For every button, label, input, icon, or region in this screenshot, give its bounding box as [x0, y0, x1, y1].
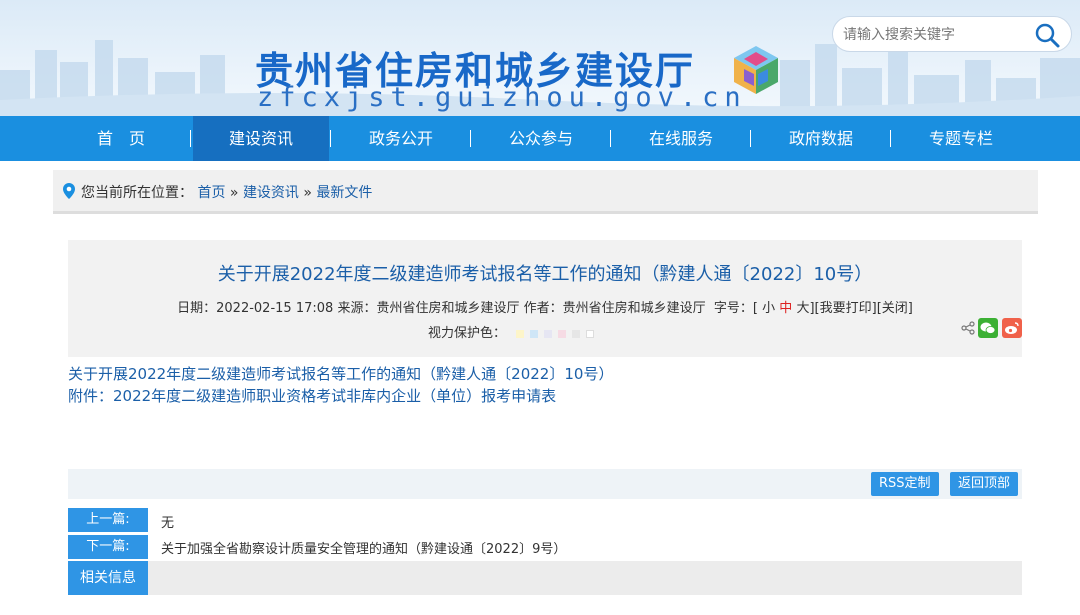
search-icon[interactable]	[1033, 21, 1061, 49]
eye-protection-swatch-2[interactable]	[530, 329, 539, 338]
breadcrumb-text: 您当前所在位置： 首页 » 建设资讯 » 最新文件	[81, 182, 372, 202]
date-label: 日期：	[177, 301, 217, 316]
print-link[interactable]: [我要打印]	[815, 301, 877, 316]
author-label: 作者：	[523, 301, 563, 316]
nav-item-government-data[interactable]: 政府数据	[753, 116, 889, 161]
font-size-label: 字号：	[713, 301, 753, 316]
next-article-link[interactable]: 关于加强全省勘察设计质量安全管理的通知（黔建设通〔2022〕9号）	[161, 538, 566, 557]
close-link[interactable]: [关闭]	[877, 301, 913, 316]
weibo-share-icon[interactable]	[1002, 318, 1022, 338]
site-header: 贵州省住房和城乡建设厅 zfcxjst.guizhou.gov.cn	[0, 0, 1080, 116]
article-body-link-notice[interactable]: 关于开展2022年度二级建造师考试报名等工作的通知（黔建人通〔2022〕10号）	[68, 363, 613, 384]
prev-article-label: 上一篇:	[68, 508, 148, 532]
eye-protection-swatch-3[interactable]	[544, 329, 553, 338]
article-action-bar: RSS定制 返回顶部	[68, 469, 1022, 499]
article-attachment-link[interactable]: 附件：2022年度二级建造师职业资格考试非库内企业（单位）报考申请表	[68, 385, 556, 406]
article-header: 关于开展2022年度二级建造师考试报名等工作的通知（黔建人通〔2022〕10号）…	[68, 240, 1022, 357]
nav-separator	[610, 130, 611, 147]
back-to-top-button[interactable]: 返回顶部	[950, 472, 1019, 496]
article-source: 贵州省住房和城乡建设厅	[376, 301, 520, 316]
nav-item-online-services[interactable]: 在线服务	[613, 116, 749, 161]
nav-item-government-affairs[interactable]: 政务公开	[333, 116, 469, 161]
site-domain: zfcxjst.guizhou.gov.cn	[257, 82, 747, 113]
breadcrumb: 您当前所在位置： 首页 » 建设资讯 » 最新文件	[53, 170, 1038, 214]
search-input[interactable]	[843, 25, 1028, 45]
eye-protection-swatch-6[interactable]	[586, 329, 595, 338]
font-size-small-button[interactable]: 小	[762, 301, 775, 316]
rss-subscribe-button[interactable]: RSS定制	[871, 472, 939, 496]
breadcrumb-section-link[interactable]: 建设资讯	[243, 185, 299, 201]
main-nav: 首 页 建设资讯 政务公开 公众参与 在线服务 政府数据 专题专栏	[0, 116, 1080, 161]
related-info-bar: 相关信息	[68, 561, 1022, 595]
source-label: 来源：	[337, 301, 377, 316]
nav-item-public-participation[interactable]: 公众参与	[473, 116, 609, 161]
font-size-medium-button[interactable]: 中	[779, 301, 792, 316]
next-article-label: 下一篇:	[68, 535, 148, 559]
eye-protection-label: 视力保护色：	[428, 326, 507, 341]
nav-separator	[750, 130, 751, 147]
nav-item-special-topics[interactable]: 专题专栏	[893, 116, 1029, 161]
article-author: 贵州省住房和城乡建设厅	[562, 301, 706, 316]
article-meta: 日期：2022-02-15 17:08 来源：贵州省住房和城乡建设厅 作者：贵州…	[68, 297, 1022, 316]
nav-separator	[470, 130, 471, 147]
article-date: 2022-02-15 17:08	[216, 301, 334, 316]
font-size-large-button[interactable]: 大	[796, 301, 809, 316]
eye-protection-swatch-4[interactable]	[558, 329, 567, 338]
logo-cube-icon	[734, 46, 778, 94]
search-box	[832, 16, 1072, 52]
bracket-open: [	[752, 301, 758, 316]
location-pin-icon	[63, 183, 75, 199]
breadcrumb-prefix: 您当前所在位置：	[81, 185, 193, 201]
eye-protection-swatch-5[interactable]	[572, 329, 581, 338]
article-title: 关于开展2022年度二级建造师考试报名等工作的通知（黔建人通〔2022〕10号）	[217, 264, 873, 285]
share-icon[interactable]	[961, 321, 975, 335]
nav-separator	[890, 130, 891, 147]
eye-protection-row: 视力保护色：	[428, 322, 595, 341]
wechat-share-icon[interactable]	[978, 318, 998, 338]
breadcrumb-home-link[interactable]: 首页	[197, 185, 225, 201]
breadcrumb-separator: »	[303, 185, 312, 201]
related-info-label: 相关信息	[68, 561, 148, 595]
breadcrumb-separator: »	[229, 185, 239, 201]
nav-separator	[190, 130, 191, 147]
nav-item-construction-news[interactable]: 建设资讯	[193, 116, 329, 161]
prev-article-value: 无	[161, 516, 175, 531]
eye-protection-swatch-1[interactable]	[516, 329, 525, 338]
nav-separator	[330, 130, 331, 147]
nav-item-home[interactable]: 首 页	[53, 116, 189, 161]
breadcrumb-current-link[interactable]: 最新文件	[316, 185, 372, 201]
